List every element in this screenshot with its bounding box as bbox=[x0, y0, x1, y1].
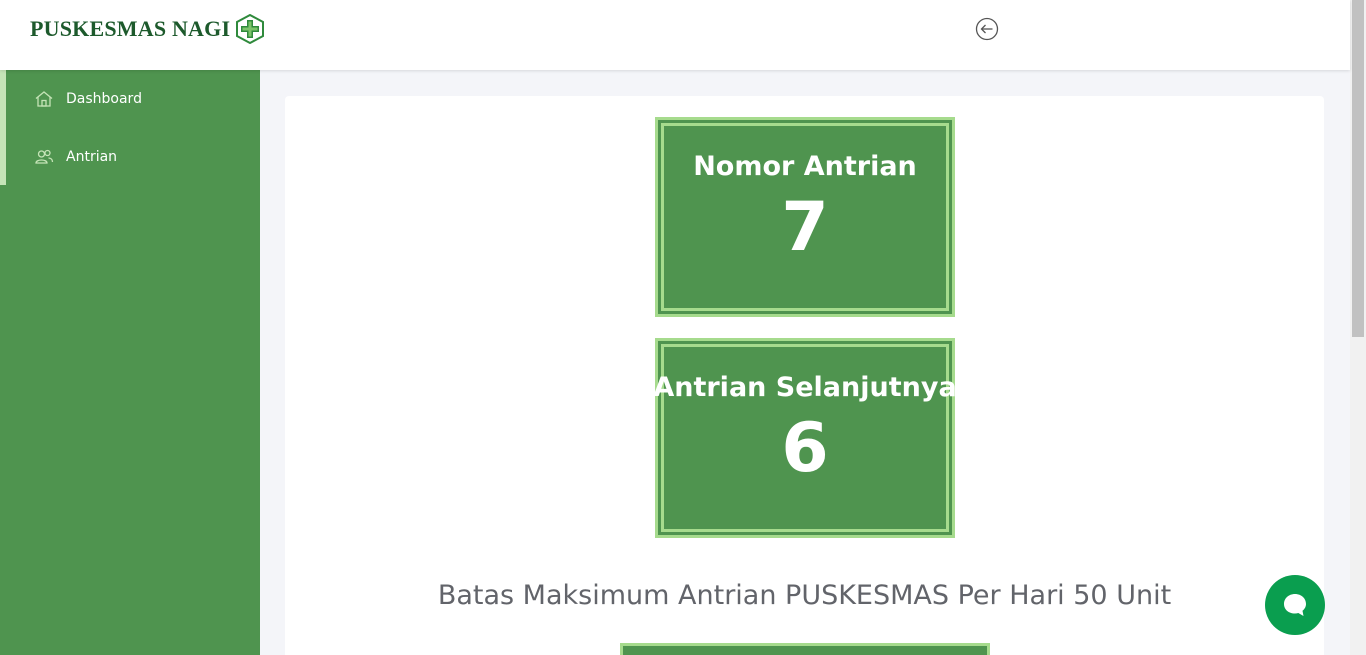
arrow-left-circle-icon[interactable] bbox=[975, 17, 999, 41]
top-navbar: PUSKESMAS NAGI bbox=[0, 0, 1350, 70]
scrollbar-thumb[interactable] bbox=[1352, 0, 1364, 337]
home-icon bbox=[34, 89, 54, 109]
next-queue-title: Antrian Selanjutnya bbox=[653, 372, 957, 403]
current-queue-title: Nomor Antrian bbox=[693, 151, 917, 182]
queue-limit-text: Batas Maksimum Antrian PUSKESMAS Per Har… bbox=[437, 580, 1172, 611]
medical-cross-icon bbox=[236, 14, 265, 44]
sidebar-item-label: Dashboard bbox=[66, 91, 142, 107]
users-icon bbox=[34, 147, 54, 167]
brand-name: PUSKESMAS NAGI bbox=[30, 16, 231, 41]
sidebar-item-label: Antrian bbox=[66, 149, 118, 165]
take-queue-card[interactable] bbox=[620, 643, 990, 655]
sidebar: Dashboard Antrian bbox=[0, 70, 260, 655]
next-queue-card: Antrian Selanjutnya 6 bbox=[653, 338, 957, 538]
chat-bubble-icon bbox=[1284, 594, 1306, 616]
current-queue-card: Nomor Antrian 7 bbox=[655, 117, 955, 317]
sidebar-item-antrian[interactable]: Antrian bbox=[6, 128, 260, 186]
page-scrollbar[interactable] bbox=[1350, 0, 1366, 655]
sidebar-item-dashboard[interactable]: Dashboard bbox=[6, 70, 260, 128]
chat-widget-button[interactable] bbox=[1265, 575, 1325, 635]
next-queue-number: 6 bbox=[781, 409, 829, 488]
current-queue-number: 7 bbox=[781, 188, 829, 267]
brand-logo[interactable]: PUSKESMAS NAGI bbox=[30, 14, 265, 44]
